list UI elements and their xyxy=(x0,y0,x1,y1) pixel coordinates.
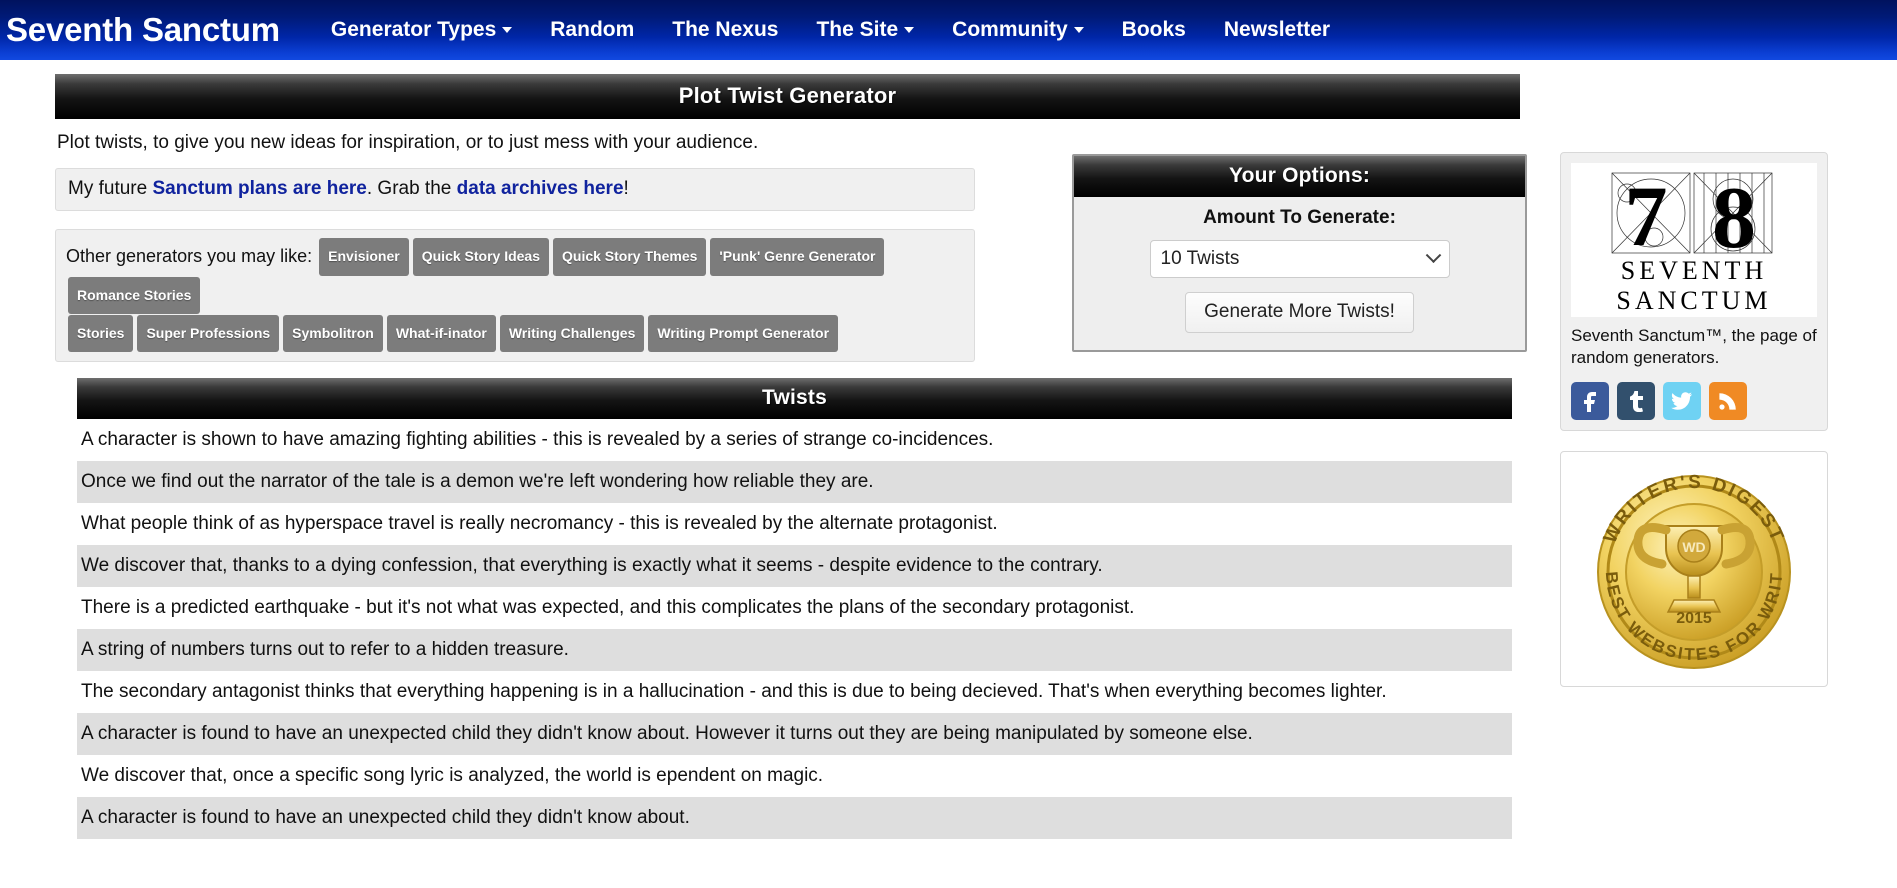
rss-icon[interactable] xyxy=(1709,381,1747,420)
tumblr-icon[interactable] xyxy=(1617,381,1655,420)
twitter-icon[interactable] xyxy=(1663,381,1701,420)
nav-items: Generator Types Random The Nexus The Sit… xyxy=(312,18,1349,42)
main-content: Plot Twist Generator Plot twists, to giv… xyxy=(0,74,1560,888)
nav-item-the-site[interactable]: The Site xyxy=(797,18,933,42)
other-generators-label: Other generators you may like: xyxy=(66,246,313,266)
sidebar-about-card: 7 8 SEVENTH SANCTUM Seventh Sanctum™, th… xyxy=(1560,152,1828,431)
nav-item-the-nexus[interactable]: The Nexus xyxy=(653,18,797,42)
generator-badge-writing-prompt-generator[interactable]: Writing Prompt Generator xyxy=(648,314,839,353)
sidebar: 7 8 SEVENTH SANCTUM Seventh Sanctum™, th… xyxy=(1560,74,1860,888)
generator-description: Plot twists, to give you new ideas for i… xyxy=(57,132,759,153)
svg-text:WD: WD xyxy=(1682,539,1705,555)
amount-to-generate-label: Amount To Generate: xyxy=(1203,207,1396,228)
twist-row: What people think of as hyperspace trave… xyxy=(77,503,1512,546)
seventh-sanctum-logo-icon: 7 8 SEVENTH SANCTUM xyxy=(1611,168,1773,315)
nav-item-newsletter[interactable]: Newsletter xyxy=(1205,18,1349,42)
chevron-down-icon xyxy=(502,27,513,33)
twist-row: A string of numbers turns out to refer t… xyxy=(77,629,1512,672)
top-navigation-bar: Seventh Sanctum Generator Types Random T… xyxy=(0,0,1897,60)
options-panel-body: Amount To Generate: 10 Twists Generate M… xyxy=(1074,197,1525,350)
nav-item-books[interactable]: Books xyxy=(1103,18,1205,42)
notice-banner: My future Sanctum plans are here. Grab t… xyxy=(55,168,975,211)
logo-container: 7 8 SEVENTH SANCTUM xyxy=(1571,163,1817,317)
results-title: Twists xyxy=(77,378,1512,420)
generator-badge-quick-story-themes[interactable]: Quick Story Themes xyxy=(553,238,707,277)
generator-badge-symbolitron[interactable]: Symbolitron xyxy=(283,314,383,353)
chevron-down-icon xyxy=(904,27,915,33)
data-archives-link[interactable]: data archives here xyxy=(457,178,624,199)
nav-label: Generator Types xyxy=(330,18,497,41)
svg-text:2015: 2015 xyxy=(1676,610,1712,627)
notice-middle: . Grab the xyxy=(366,178,457,199)
twist-row: We discover that, thanks to a dying conf… xyxy=(77,545,1512,588)
generator-badge-punk-genre-generator[interactable]: 'Punk' Genre Generator xyxy=(710,238,885,277)
twist-row: Once we find out the narrator of the tal… xyxy=(77,461,1512,504)
page-title: Plot Twist Generator xyxy=(55,74,1520,119)
notice-suffix: ! xyxy=(623,178,629,199)
other-generators-panel: Other generators you may like: Envisione… xyxy=(55,229,975,363)
svg-text:7: 7 xyxy=(1625,168,1668,264)
nav-item-community[interactable]: Community xyxy=(933,18,1103,42)
twist-row: A character is shown to have amazing fig… xyxy=(77,419,1512,462)
amount-select-value: 10 Twists xyxy=(1160,248,1240,269)
generate-more-twists-button[interactable]: Generate More Twists! xyxy=(1185,292,1414,333)
nav-label: The Site xyxy=(816,18,899,41)
options-panel-title: Your Options: xyxy=(1074,156,1525,197)
site-brand-link[interactable]: Seventh Sanctum xyxy=(6,11,280,49)
intro-column: Plot twists, to give you new ideas for i… xyxy=(55,119,1065,363)
generator-badge-what-if-inator[interactable]: What-if-inator xyxy=(386,314,496,353)
nav-item-random[interactable]: Random xyxy=(531,18,653,42)
twist-row: The secondary antagonist thinks that eve… xyxy=(77,671,1512,714)
twist-row: A character is found to have an unexpect… xyxy=(77,797,1512,840)
amount-select[interactable]: 10 Twists xyxy=(1149,240,1450,278)
intro-and-options-row: Plot twists, to give you new ideas for i… xyxy=(55,119,1544,363)
notice-prefix: My future xyxy=(68,178,153,199)
svg-text:SEVENTH: SEVENTH xyxy=(1621,256,1767,285)
facebook-icon[interactable] xyxy=(1571,381,1609,420)
nav-label: Community xyxy=(952,18,1068,41)
svg-text:8: 8 xyxy=(1712,170,1756,267)
options-panel: Your Options: Amount To Generate: 10 Twi… xyxy=(1072,154,1527,352)
sidebar-award-card: WRITER'S DIGEST 101 BEST WEBSITES FOR WR… xyxy=(1560,450,1828,687)
generator-badge-romance-stories[interactable]: Romance Stories xyxy=(68,276,201,315)
generator-badge-super-professions[interactable]: Super Professions xyxy=(137,314,280,353)
nav-item-generator-types[interactable]: Generator Types xyxy=(312,18,531,42)
generator-badge-writing-challenges[interactable]: Writing Challenges xyxy=(499,314,645,353)
chevron-down-icon xyxy=(1073,27,1084,33)
page-body: Plot Twist Generator Plot twists, to giv… xyxy=(0,60,1897,888)
social-links xyxy=(1571,381,1817,420)
generator-badge-envisioner[interactable]: Envisioner xyxy=(319,238,409,277)
sidebar-tagline: Seventh Sanctum™, the page of random gen… xyxy=(1571,326,1817,368)
twist-row: There is a predicted earthquake - but it… xyxy=(77,587,1512,630)
writers-digest-award-icon: WRITER'S DIGEST 101 BEST WEBSITES FOR WR… xyxy=(1570,460,1791,669)
svg-text:SANCTUM: SANCTUM xyxy=(1616,286,1771,315)
sanctum-plans-link[interactable]: Sanctum plans are here xyxy=(152,178,366,199)
chevron-down-icon xyxy=(1425,246,1441,263)
twist-row: We discover that, once a specific song l… xyxy=(77,755,1512,798)
results-panel: Twists A character is shown to have amaz… xyxy=(77,378,1512,840)
twist-row: A character is found to have an unexpect… xyxy=(77,713,1512,756)
generator-badge-stories[interactable]: Stories xyxy=(68,314,134,353)
generator-badge-quick-story-ideas[interactable]: Quick Story Ideas xyxy=(412,238,550,277)
